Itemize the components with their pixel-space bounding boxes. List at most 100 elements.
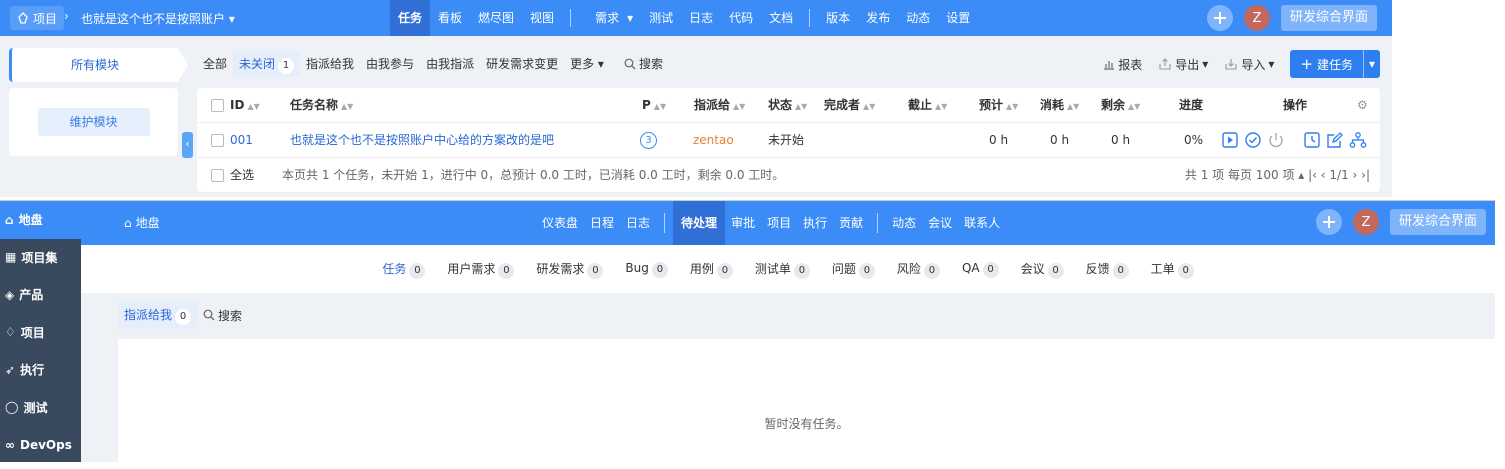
tab-requirement[interactable]: 用户需求 0 xyxy=(447,260,515,279)
task-name-link[interactable]: 也就是这个也不是按照账户中心给的方案改的是吧 xyxy=(290,123,554,157)
avatar[interactable]: Z xyxy=(1353,209,1379,235)
col-finished-by[interactable]: 完成者 ▲▼ xyxy=(824,88,875,122)
home-link[interactable]: ⌂ 地盘 xyxy=(124,214,160,231)
tab-case[interactable]: 用例 0 xyxy=(690,260,733,279)
tab-feedback[interactable]: 反馈 0 xyxy=(1086,260,1129,279)
breadcrumb[interactable]: 也就是这个也不是按照账户 ▾ xyxy=(81,10,235,27)
col-finished-by-label: 完成者 xyxy=(824,98,861,112)
col-name[interactable]: 任务名称 ▲▼ xyxy=(290,88,353,122)
filter-story-change[interactable]: 研发需求变更 xyxy=(480,51,564,77)
tab-label: 问题 xyxy=(831,261,856,276)
export-button[interactable]: 导出 ▾ xyxy=(1158,56,1208,73)
sidebar-item-my[interactable]: ⌂ 地盘 xyxy=(0,201,81,239)
col-id[interactable]: ID ▲▼ xyxy=(230,88,260,122)
sidebar-item-test[interactable]: ◯ 测试 xyxy=(0,389,81,427)
col-assigned[interactable]: 指派给 ▲▼ xyxy=(694,88,745,122)
create-task-button[interactable]: + 建任务 ▾ xyxy=(1290,50,1380,78)
menu-item-doc[interactable]: 文档 xyxy=(761,0,801,36)
menu-item-log[interactable]: 日志 xyxy=(620,201,656,245)
create-task-dropdown[interactable]: ▾ xyxy=(1362,50,1380,78)
tab-qa[interactable]: QA 0 xyxy=(962,261,999,278)
quick-add-button[interactable] xyxy=(1316,209,1342,235)
avatar[interactable]: Z xyxy=(1244,5,1270,31)
import-button[interactable]: 导入 ▾ xyxy=(1224,56,1274,73)
project-switcher[interactable]: 项目 xyxy=(10,6,65,30)
tab-risk[interactable]: 风险 0 xyxy=(897,260,940,279)
sidebar-item-program[interactable]: ▦ 项目集 xyxy=(0,239,81,277)
sidebar-item-product[interactable]: ◈ 产品 xyxy=(0,276,81,314)
menu-item-calendar[interactable]: 日程 xyxy=(584,201,620,245)
report-button[interactable]: 报表 xyxy=(1103,56,1142,73)
menu-item-build[interactable]: 版本 xyxy=(818,0,858,36)
menu-item-task[interactable]: 任务 xyxy=(390,0,431,36)
create-task-main[interactable]: + 建任务 xyxy=(1290,55,1363,73)
menu-item-view[interactable]: 视图 xyxy=(522,0,562,36)
menu-item-test[interactable]: 测试 xyxy=(641,0,681,36)
menu-item-settings[interactable]: 设置 xyxy=(938,0,978,36)
switch-ui-button[interactable]: 研发综合界面 xyxy=(1390,209,1487,235)
col-pri[interactable]: P ▲▼ xyxy=(642,88,666,122)
menu-item-execution[interactable]: 执行 xyxy=(797,201,833,245)
sidebar-item-project[interactable]: ♢ 项目 xyxy=(0,314,81,352)
record-effort-icon[interactable] xyxy=(1303,131,1321,149)
menu-item-code[interactable]: 代码 xyxy=(721,0,761,36)
table-header: ID ▲▼ 任务名称 ▲▼ P ▲▼ 指派给 ▲▼ 状态 ▲▼ 完成者 ▲▼ 截止 ▲▼ 预计… xyxy=(197,88,1380,122)
filter-assigned-by-me[interactable]: 由我指派 xyxy=(420,51,480,77)
all-modules-item[interactable]: 所有模块 xyxy=(9,48,188,82)
tab-issue[interactable]: 问题 0 xyxy=(832,260,875,279)
sidebar-item-execution[interactable]: ➶ 执行 xyxy=(0,351,81,389)
subtask-icon[interactable] xyxy=(1349,131,1367,149)
menu-item-audit[interactable]: 审批 xyxy=(725,201,761,245)
col-consumed[interactable]: 消耗 ▲▼ xyxy=(1040,88,1079,122)
menu-item-dynamic[interactable]: 动态 xyxy=(898,0,938,36)
menu-item-release[interactable]: 发布 xyxy=(858,0,898,36)
filter-unclosed[interactable]: 未关闭 1 xyxy=(233,51,301,77)
table-settings-icon[interactable]: ⚙ xyxy=(1357,88,1368,122)
tab-bug[interactable]: Bug 0 xyxy=(625,261,668,278)
search-toggle[interactable]: 搜索 xyxy=(618,51,669,77)
row-checkbox[interactable] xyxy=(211,134,224,147)
menu-item-kanban[interactable]: 看板 xyxy=(430,0,470,36)
task-id[interactable]: 001 xyxy=(230,123,253,157)
close-power-icon[interactable] xyxy=(1267,131,1285,149)
col-deadline[interactable]: 截止 ▲▼ xyxy=(908,88,947,122)
assigned-to-link[interactable]: zentao xyxy=(693,123,734,157)
filter-all[interactable]: 全部 xyxy=(197,51,233,77)
select-all-checkbox[interactable] xyxy=(211,169,224,182)
finish-icon[interactable] xyxy=(1244,131,1262,149)
tab-testtask[interactable]: 测试单 0 xyxy=(755,260,810,279)
filter-assigned-to-me[interactable]: 指派给我 0 xyxy=(118,301,198,329)
menu-item-dashboard[interactable]: 仪表盘 xyxy=(536,201,584,245)
tab-ticket[interactable]: 工单 0 xyxy=(1151,260,1194,279)
pager[interactable]: 共 1 项 每页 100 项 ▴ |‹ ‹ 1/1 › ›| xyxy=(1185,158,1370,192)
col-status[interactable]: 状态 ▲▼ xyxy=(768,88,807,122)
quick-add-button[interactable] xyxy=(1207,5,1233,31)
menu-item-contacts[interactable]: 联系人 xyxy=(958,201,1006,245)
maintain-module-button[interactable]: 维护模块 xyxy=(37,108,150,136)
collapse-sidebar-button[interactable]: ‹ xyxy=(182,132,193,158)
menu-item-meeting[interactable]: 会议 xyxy=(922,201,958,245)
menu-item-project[interactable]: 项目 xyxy=(761,201,797,245)
filter-involved[interactable]: 由我参与 xyxy=(360,51,420,77)
home-icon: ⌂ xyxy=(124,215,132,230)
menu-item-log[interactable]: 日志 xyxy=(681,0,721,36)
menu-item-contribute[interactable]: 贡献 xyxy=(833,201,869,245)
start-icon[interactable] xyxy=(1221,131,1239,149)
menu-item-work[interactable]: 待处理 xyxy=(673,201,726,245)
switch-ui-button[interactable]: 研发综合界面 xyxy=(1281,5,1378,31)
col-estimate[interactable]: 预计 ▲▼ xyxy=(979,88,1018,122)
tab-meeting[interactable]: 会议 0 xyxy=(1021,260,1064,279)
menu-item-dynamic[interactable]: 动态 xyxy=(886,201,922,245)
menu-item-burndown[interactable]: 燃尽图 xyxy=(470,0,522,36)
filter-assigned-to-me[interactable]: 指派给我 xyxy=(300,51,360,77)
sidebar-item-devops[interactable]: ∞ DevOps xyxy=(0,426,81,462)
tab-task[interactable]: 任务 0 xyxy=(382,260,426,279)
select-all-label[interactable]: 全选 xyxy=(230,158,254,192)
edit-icon[interactable] xyxy=(1326,131,1344,149)
header-checkbox[interactable] xyxy=(211,99,224,112)
filter-more[interactable]: 更多 ▾ xyxy=(564,51,610,77)
col-left[interactable]: 剩余 ▲▼ xyxy=(1101,88,1140,122)
search-toggle[interactable]: 搜索 xyxy=(203,307,242,324)
menu-item-story[interactable]: 需求 ▾ xyxy=(579,0,641,36)
tab-story[interactable]: 研发需求 0 xyxy=(536,260,604,279)
